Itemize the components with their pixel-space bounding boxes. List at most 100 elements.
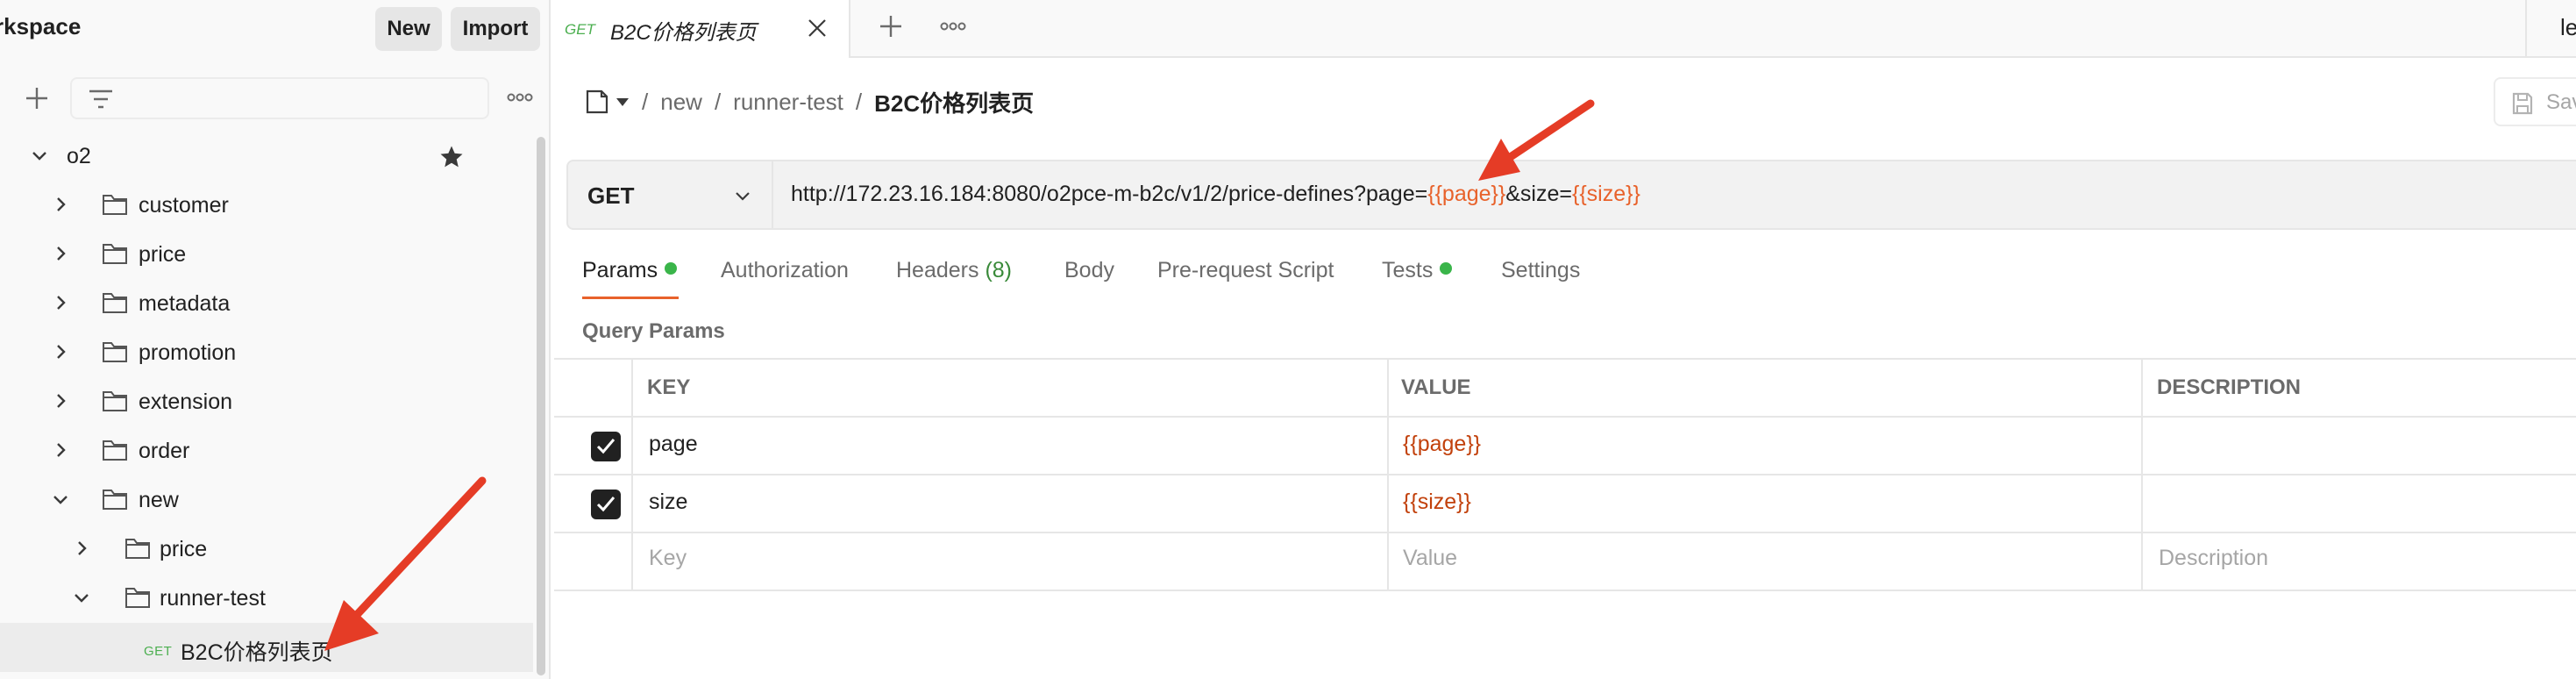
description-input[interactable]: Description <box>2159 546 2268 571</box>
url-query-size: &size= <box>1505 182 1572 206</box>
tab-authorization[interactable]: Authorization <box>721 258 849 283</box>
breadcrumb-separator: / <box>855 88 863 115</box>
headers-count: (8) <box>985 258 1013 282</box>
tree-item-label: promotion <box>139 340 237 365</box>
tree-item-label: runner-test <box>160 586 266 611</box>
sidebar-scrollbar[interactable] <box>537 137 545 675</box>
tree-item-folder[interactable]: order <box>0 426 533 475</box>
tree-item-folder[interactable]: extension <box>0 377 533 426</box>
chevron-down-icon[interactable] <box>51 490 70 509</box>
tree-item-label: B2C价格列表页 <box>181 640 333 665</box>
tree-item-label: o2 <box>67 144 91 168</box>
tab-request[interactable]: GET B2C价格列表页 <box>552 0 850 58</box>
tree-item-folder[interactable]: price <box>0 525 533 574</box>
tab-settings[interactable]: Settings <box>1501 258 1580 283</box>
chevron-right-icon[interactable] <box>51 244 70 263</box>
chevron-right-icon[interactable] <box>51 293 70 312</box>
save-button[interactable]: Sav <box>2494 77 2576 126</box>
close-icon[interactable] <box>807 18 828 39</box>
param-key[interactable]: page <box>649 432 698 457</box>
workspace-header: rkspace New Import <box>0 0 549 56</box>
status-dot <box>665 262 678 275</box>
column-header-value: VALUE <box>1401 375 1471 399</box>
tree-item-folder-runner-test[interactable]: runner-test <box>0 574 533 623</box>
tab-method: GET <box>565 21 595 38</box>
sidebar-toolbar <box>0 72 549 125</box>
request-icon[interactable] <box>584 89 610 115</box>
column-header-key: KEY <box>647 375 691 399</box>
more-options-icon[interactable] <box>940 21 966 32</box>
breadcrumb-item-new[interactable]: new <box>660 89 702 116</box>
tree-item-request[interactable]: GET B2C价格列表页 <box>0 623 533 672</box>
table-border <box>554 416 2576 418</box>
param-key[interactable]: size <box>649 490 687 515</box>
folder-icon <box>103 195 127 215</box>
filter-input[interactable] <box>70 77 489 119</box>
tree-item-folder[interactable]: promotion <box>0 328 533 377</box>
folder-icon <box>103 342 127 362</box>
save-icon <box>2512 92 2533 115</box>
filter-icon <box>89 89 112 109</box>
chevron-down-icon[interactable] <box>30 146 49 165</box>
url-base: http://172.23.16.184:8080/o2pce-m-b2c/v1… <box>791 182 1428 206</box>
tab-label: Params <box>582 258 658 282</box>
key-input[interactable]: Key <box>649 546 687 571</box>
method-label: GET <box>587 182 635 209</box>
url-bar: GET http://172.23.16.184:8080/o2pce-m-b2… <box>566 160 2576 230</box>
chevron-down-icon <box>736 192 750 201</box>
tree-item-folder[interactable]: customer <box>0 181 533 230</box>
chevron-right-icon[interactable] <box>72 539 91 558</box>
import-button[interactable]: Import <box>451 7 540 51</box>
tab-pre-request-script[interactable]: Pre-request Script <box>1157 258 1334 283</box>
tab-tests[interactable]: Tests <box>1382 258 1453 283</box>
tree-item-label: order <box>139 439 190 463</box>
folder-icon <box>103 244 127 264</box>
chevron-down-icon[interactable] <box>72 588 91 607</box>
url-input[interactable]: http://172.23.16.184:8080/o2pce-m-b2c/v1… <box>791 182 1640 207</box>
tree-item-label: new <box>139 488 179 512</box>
folder-icon <box>103 440 127 461</box>
caret-down-icon[interactable] <box>616 96 630 107</box>
tab-body[interactable]: Body <box>1064 258 1114 283</box>
environment-selector[interactable]: le <box>2560 14 2576 41</box>
param-value[interactable]: {{page}} <box>1403 432 1481 457</box>
active-tab-indicator <box>582 297 679 299</box>
chevron-right-icon[interactable] <box>51 342 70 361</box>
tab-headers[interactable]: Headers (8) <box>896 258 1012 283</box>
url-variable-size: {{size}} <box>1571 182 1640 206</box>
param-value[interactable]: {{size}} <box>1403 490 1471 515</box>
new-button[interactable]: New <box>375 7 442 51</box>
status-dot <box>1440 262 1453 275</box>
more-options-icon[interactable] <box>507 91 533 104</box>
tab-bar: GET B2C价格列表页 le <box>552 0 2576 58</box>
url-variable-page: {{page}} <box>1427 182 1506 206</box>
star-icon[interactable] <box>438 144 465 170</box>
breadcrumb-item-runner-test[interactable]: runner-test <box>733 89 843 116</box>
tab-params[interactable]: Params <box>582 258 678 283</box>
chevron-right-icon[interactable] <box>51 440 70 460</box>
check-icon <box>596 497 616 512</box>
tree-item-o2[interactable]: o2 <box>0 132 533 181</box>
method-select[interactable]: GET <box>568 161 773 228</box>
breadcrumb-separator: / <box>714 88 722 115</box>
value-input[interactable]: Value <box>1403 546 1457 571</box>
table-border <box>2141 358 2143 591</box>
plus-icon[interactable] <box>879 14 903 39</box>
tree-item-folder-new[interactable]: new <box>0 475 533 525</box>
param-checkbox[interactable] <box>591 432 621 461</box>
tab-label: Headers <box>896 258 979 282</box>
tree-item-folder[interactable]: price <box>0 230 533 279</box>
chevron-right-icon[interactable] <box>51 195 70 214</box>
folder-icon <box>103 391 127 411</box>
folder-icon <box>125 539 150 559</box>
folder-icon <box>125 588 150 608</box>
breadcrumb-separator: / <box>642 88 649 115</box>
column-header-description: DESCRIPTION <box>2157 375 2302 399</box>
breadcrumb-current: B2C价格列表页 <box>874 89 1035 117</box>
plus-icon[interactable] <box>25 86 49 111</box>
tree-item-label: price <box>160 537 208 561</box>
param-checkbox[interactable] <box>591 490 621 519</box>
tree-item-folder[interactable]: metadata <box>0 279 533 328</box>
tab-divider <box>2525 0 2527 58</box>
chevron-right-icon[interactable] <box>51 391 70 411</box>
